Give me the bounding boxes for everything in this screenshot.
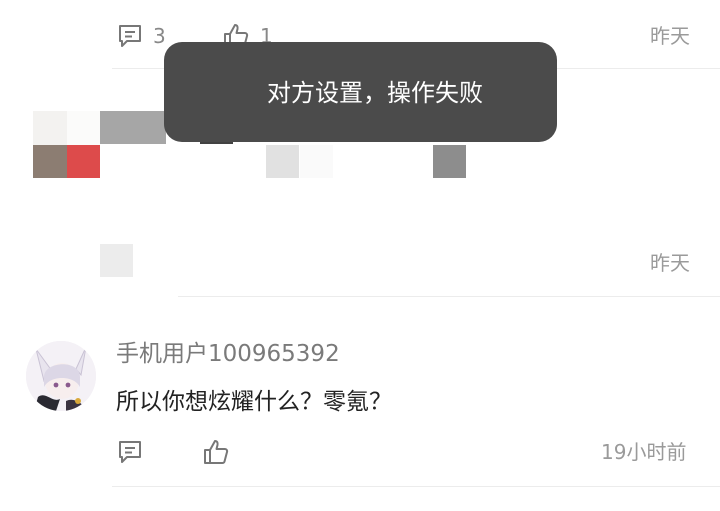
comment-time: 19小时前 — [601, 440, 687, 464]
toast-message: 对方设置，操作失败 — [267, 79, 483, 107]
comment-username[interactable]: 手机用户100965392 — [116, 340, 340, 368]
avatar[interactable] — [26, 341, 96, 411]
comment-icon[interactable] — [116, 22, 144, 50]
divider — [178, 296, 720, 297]
comment-icon[interactable] — [116, 438, 144, 466]
comment-time: 昨天 — [650, 24, 690, 48]
comment-text: 所以你想炫耀什么？零氪？ — [116, 389, 392, 415]
blurred-comment-time: 昨天 — [650, 251, 690, 275]
thumbs-up-icon[interactable] — [202, 438, 230, 466]
reply-count: 3 — [153, 24, 166, 48]
toast: 对方设置，操作失败 — [164, 42, 557, 142]
divider — [112, 486, 720, 487]
